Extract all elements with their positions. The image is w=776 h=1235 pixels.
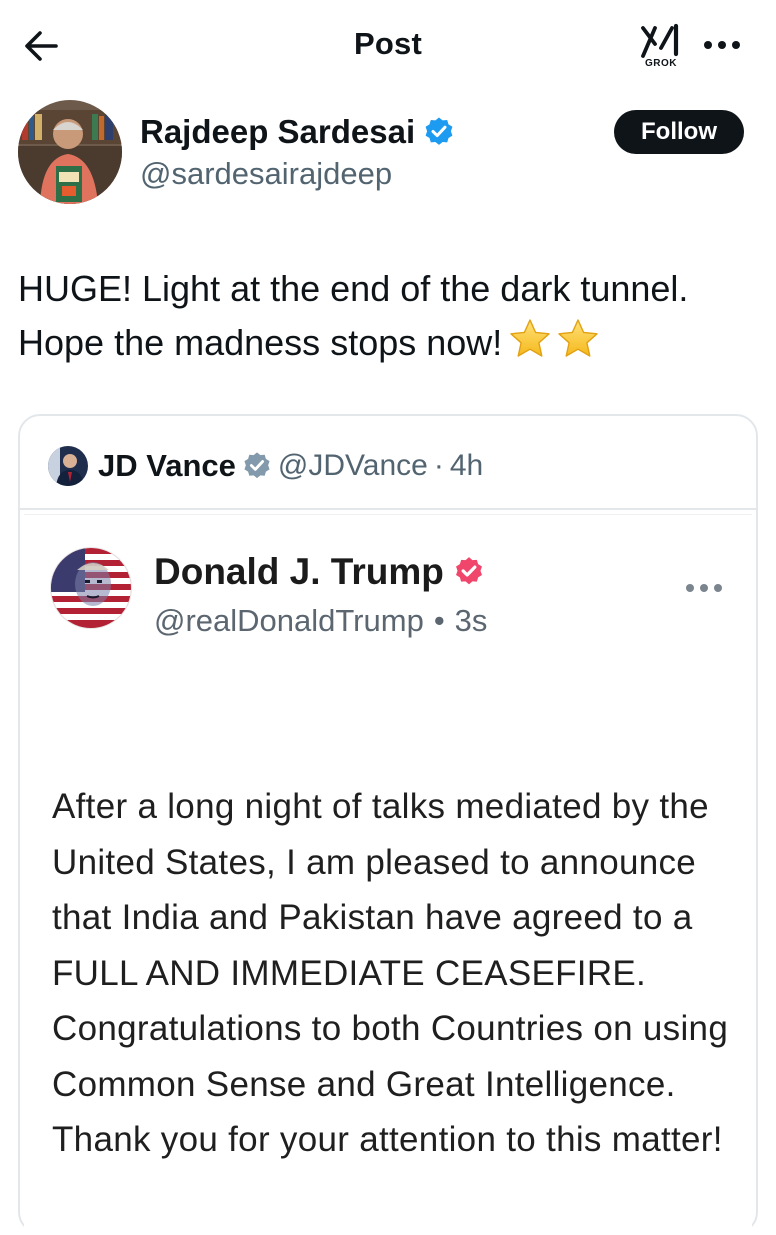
truth-verified-badge-icon bbox=[455, 557, 482, 585]
quoted-author-avatar-image bbox=[48, 446, 88, 486]
author-name-row: Rajdeep Sardesai bbox=[140, 112, 455, 152]
more-horizontal-gray-icon bbox=[686, 584, 722, 592]
top-bar: Post GROK bbox=[0, 0, 776, 88]
quoted-author-avatar bbox=[48, 446, 88, 486]
author-avatar-image bbox=[18, 100, 122, 204]
grok-icon bbox=[641, 23, 679, 58]
post-text: HUGE! Light at the end of the dark tunne… bbox=[18, 262, 758, 376]
quoted-separator: · bbox=[433, 449, 444, 482]
author-name[interactable]: Rajdeep Sardesai bbox=[140, 113, 415, 151]
quoted-author-name: JD Vance bbox=[98, 448, 236, 483]
quoted-post-time: 4h bbox=[449, 449, 484, 482]
star-icon bbox=[510, 319, 598, 357]
embedded-author-avatar-image bbox=[51, 548, 131, 628]
verified-gray-badge-icon bbox=[244, 452, 270, 479]
embedded-post-image: Donald J. Trump @realDonaldTrump • 3s Afte… bbox=[24, 514, 752, 1235]
quoted-divider bbox=[20, 508, 756, 510]
more-horizontal-icon bbox=[704, 41, 740, 49]
embedded-author-name: Donald J. Trump bbox=[154, 551, 444, 592]
embedded-post-time: 3s bbox=[454, 603, 488, 638]
embedded-name-row: Donald J. Trump bbox=[154, 551, 486, 593]
embedded-author-avatar bbox=[50, 547, 132, 629]
quoted-post-header: JD Vance @JDVance · 4h bbox=[48, 446, 483, 486]
embedded-author-handle: @realDonaldTrump bbox=[154, 603, 424, 638]
embedded-post-text: After a long night of talks mediated by … bbox=[52, 787, 729, 1159]
more-options-button[interactable] bbox=[698, 30, 746, 60]
star-emoji bbox=[508, 317, 604, 376]
embedded-handle-row: @realDonaldTrump • 3s bbox=[154, 603, 487, 639]
author-handle[interactable]: @sardesairajdeep bbox=[140, 156, 392, 192]
embedded-more-icon bbox=[680, 575, 728, 601]
verified-badge-icon bbox=[425, 117, 453, 145]
author-avatar[interactable] bbox=[18, 100, 122, 204]
grok-button[interactable]: GROK bbox=[634, 22, 688, 72]
grok-label: GROK bbox=[645, 58, 677, 69]
embedded-separator: • bbox=[433, 603, 445, 638]
quoted-post-card[interactable]: JD Vance @JDVance · 4h Donald J. Trump @… bbox=[18, 414, 758, 1235]
quoted-author-handle: @JDVance bbox=[277, 449, 428, 482]
follow-button[interactable]: Follow bbox=[614, 110, 744, 154]
